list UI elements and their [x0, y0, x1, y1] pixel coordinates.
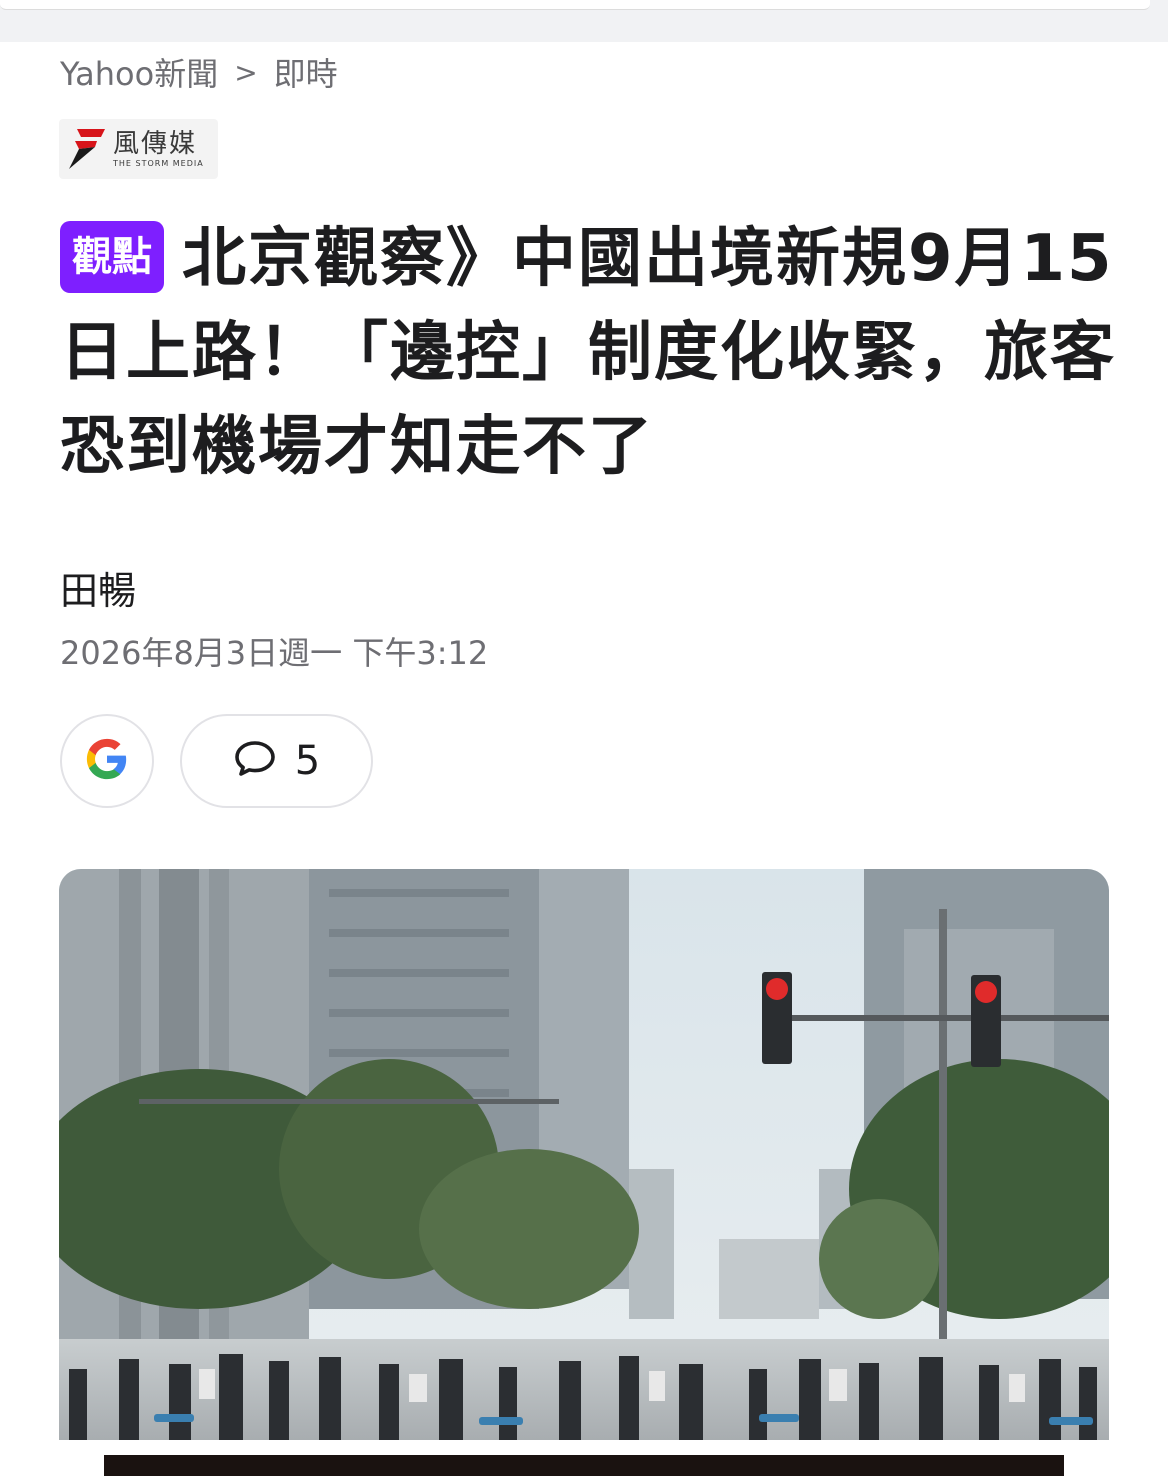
- breadcrumb-section-link[interactable]: 即時: [274, 49, 338, 95]
- browser-top-bar: [0, 0, 1168, 42]
- storm-media-logo-icon: [65, 127, 105, 171]
- article-author[interactable]: 田暢: [60, 566, 136, 616]
- publisher-logo[interactable]: 風傳媒 THE STORM MEDIA: [59, 119, 218, 179]
- opinion-badge: 觀點: [60, 221, 164, 293]
- comment-count: 5: [294, 738, 321, 784]
- breadcrumb: Yahoo新聞 > 即時: [60, 49, 338, 95]
- comments-button[interactable]: 5: [180, 714, 373, 808]
- google-icon: [84, 736, 130, 786]
- breadcrumb-separator: >: [234, 55, 258, 89]
- google-button[interactable]: [60, 714, 154, 808]
- next-media-preview[interactable]: [104, 1455, 1064, 1476]
- address-bar[interactable]: [0, 0, 1150, 10]
- headline-text: 北京觀察》中國出境新規9月15日上路！「邊控」制度化收緊，旅客恐到機場才知走不了: [60, 222, 1116, 484]
- speech-bubble-icon: [233, 739, 277, 783]
- street-scene-photo: [59, 869, 1109, 1440]
- article-hero-photo[interactable]: [59, 869, 1109, 1440]
- article-date: 2026年8月3日週一 下午3:12: [60, 634, 489, 672]
- publisher-name: 風傳媒: [113, 129, 198, 159]
- breadcrumb-site-link[interactable]: Yahoo新聞: [60, 49, 218, 95]
- article-headline: 觀點 北京觀察》中國出境新規9月15日上路！「邊控」制度化收緊，旅客恐到機場才知走…: [60, 212, 1120, 494]
- publisher-name-en: THE STORM MEDIA: [113, 159, 204, 168]
